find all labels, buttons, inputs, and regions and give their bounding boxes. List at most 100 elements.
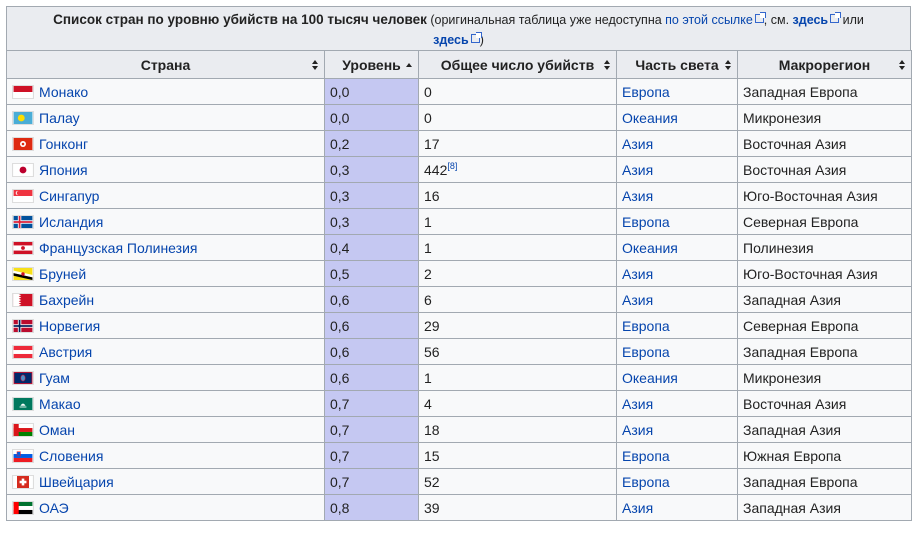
rate-cell: 0,6 — [324, 364, 419, 391]
region-link[interactable]: Европа — [622, 344, 670, 360]
region-cell: Азия — [616, 260, 738, 287]
region-link[interactable]: Азия — [622, 266, 653, 282]
region-cell: Океания — [616, 104, 738, 131]
column-header-label: Уровень — [342, 56, 401, 73]
region-cell: Азия — [616, 286, 738, 313]
country-link[interactable]: Палау — [39, 110, 80, 126]
country-link[interactable]: Гуам — [39, 370, 70, 386]
macroregion-cell: Восточная Азия — [737, 390, 912, 417]
macroregion-cell: Западная Азия — [737, 494, 912, 521]
caption-note-prefix: (оригинальная таблица уже недоступна — [426, 13, 666, 27]
region-link[interactable]: Европа — [622, 448, 670, 464]
sort-icon — [604, 60, 610, 70]
region-link[interactable]: Европа — [622, 84, 670, 100]
region-cell: Азия — [616, 390, 738, 417]
table-row: Бахрейн 0,6 6 Азия Западная Азия — [6, 286, 912, 313]
total-cell: 1 — [418, 364, 617, 391]
country-link[interactable]: Гонконг — [39, 136, 88, 152]
region-link[interactable]: Азия — [622, 500, 653, 516]
here-link-1[interactable]: здесь — [793, 13, 829, 27]
region-link[interactable]: Азия — [622, 422, 653, 438]
region-link[interactable]: Европа — [622, 214, 670, 230]
region-link[interactable]: Океания — [622, 110, 678, 126]
column-header-region[interactable]: Часть света — [616, 50, 738, 79]
macroregion-cell: Восточная Азия — [737, 130, 912, 157]
column-header-total[interactable]: Общее число убийств — [418, 50, 617, 79]
total-cell: 442[8] — [418, 156, 617, 183]
country-link[interactable]: Сингапур — [39, 188, 99, 204]
country-link[interactable]: Бруней — [39, 266, 86, 282]
country-link[interactable]: Норвегия — [39, 318, 100, 334]
country-link[interactable]: Французская Полинезия — [39, 240, 197, 256]
region-link[interactable]: Азия — [622, 188, 653, 204]
country-link[interactable]: ОАЭ — [39, 500, 69, 516]
flag-switzerland-icon — [12, 474, 34, 489]
sort-icon — [725, 60, 731, 70]
country-link[interactable]: Япония — [39, 162, 88, 178]
region-link[interactable]: Европа — [622, 318, 670, 334]
flag-macao-icon — [12, 396, 34, 411]
country-link[interactable]: Макао — [39, 396, 81, 412]
external-link-icon — [470, 32, 482, 43]
region-cell: Азия — [616, 156, 738, 183]
country-link[interactable]: Швейцария — [39, 474, 114, 490]
table-row: Французская Полинезия 0,4 1 Океания Полинези… — [6, 234, 912, 261]
flag-japan-icon — [12, 162, 34, 177]
region-link[interactable]: Азия — [622, 292, 653, 308]
rate-cell: 0,5 — [324, 260, 419, 287]
table-row: Гуам 0,6 1 Океания Микронезия — [6, 364, 912, 391]
country-link[interactable]: Монако — [39, 84, 88, 100]
country-cell: Монако — [6, 78, 325, 105]
macroregion-cell: Микронезия — [737, 104, 912, 131]
region-link[interactable]: Азия — [622, 396, 653, 412]
region-link[interactable]: Океания — [622, 240, 678, 256]
original-link[interactable]: по этой ссылке — [665, 13, 753, 27]
total-value: 0 — [424, 109, 432, 126]
country-cell: ОАЭ — [6, 494, 325, 521]
flag-brunei-icon — [12, 266, 34, 281]
region-cell: Европа — [616, 338, 738, 365]
country-cell: Норвегия — [6, 312, 325, 339]
column-header-label: Страна — [140, 56, 191, 73]
region-cell: Европа — [616, 312, 738, 339]
region-cell: Азия — [616, 182, 738, 209]
rate-cell: 0,7 — [324, 390, 419, 417]
sort-icon — [312, 60, 318, 70]
country-link[interactable]: Оман — [39, 422, 75, 438]
table-row: Норвегия 0,6 29 Европа Северная Европа — [6, 312, 912, 339]
region-link[interactable]: Океания — [622, 370, 678, 386]
flag-monaco-icon — [12, 84, 34, 99]
country-link[interactable]: Австрия — [39, 344, 92, 360]
caption-note-or: или — [839, 13, 864, 27]
macroregion-cell: Западная Европа — [737, 78, 912, 105]
column-header-label: Общее число убийств — [440, 56, 595, 73]
region-link[interactable]: Азия — [622, 136, 653, 152]
column-header-rate[interactable]: Уровень — [324, 50, 419, 79]
table-body: Монако 0,0 0 Европа Западная Европа Палау 0,0 0… — [6, 78, 912, 521]
flag-hongkong-icon — [12, 136, 34, 151]
region-cell: Азия — [616, 494, 738, 521]
table-row: Япония 0,3 442[8] Азия Восточная Азия — [6, 156, 912, 183]
total-cell: 0 — [418, 104, 617, 131]
caption-title: Список стран по уровню убийств на 100 ты… — [53, 12, 427, 27]
country-link[interactable]: Бахрейн — [39, 292, 94, 308]
homicide-table: Страна Уровень Общее число убийств Часть… — [6, 50, 912, 521]
region-link[interactable]: Европа — [622, 474, 670, 490]
region-cell: Океания — [616, 364, 738, 391]
total-value: 6 — [424, 291, 432, 308]
here-link-2[interactable]: здесь — [433, 33, 469, 47]
country-cell: Гонконг — [6, 130, 325, 157]
table-row: Исландия 0,3 1 Европа Северная Европа — [6, 208, 912, 235]
rate-cell: 0,3 — [324, 208, 419, 235]
column-header-macroregion[interactable]: Макрорегион — [737, 50, 912, 79]
country-link[interactable]: Словения — [39, 448, 103, 464]
external-link-icon — [830, 12, 842, 23]
macroregion-cell: Юго-Восточная Азия — [737, 260, 912, 287]
region-link[interactable]: Азия — [622, 162, 653, 178]
flag-iceland-icon — [12, 214, 34, 229]
total-value: 29 — [424, 317, 440, 334]
country-link[interactable]: Исландия — [39, 214, 103, 230]
citation-link[interactable]: [8] — [447, 161, 457, 171]
column-header-country[interactable]: Страна — [6, 50, 325, 79]
macroregion-cell: Северная Европа — [737, 312, 912, 339]
